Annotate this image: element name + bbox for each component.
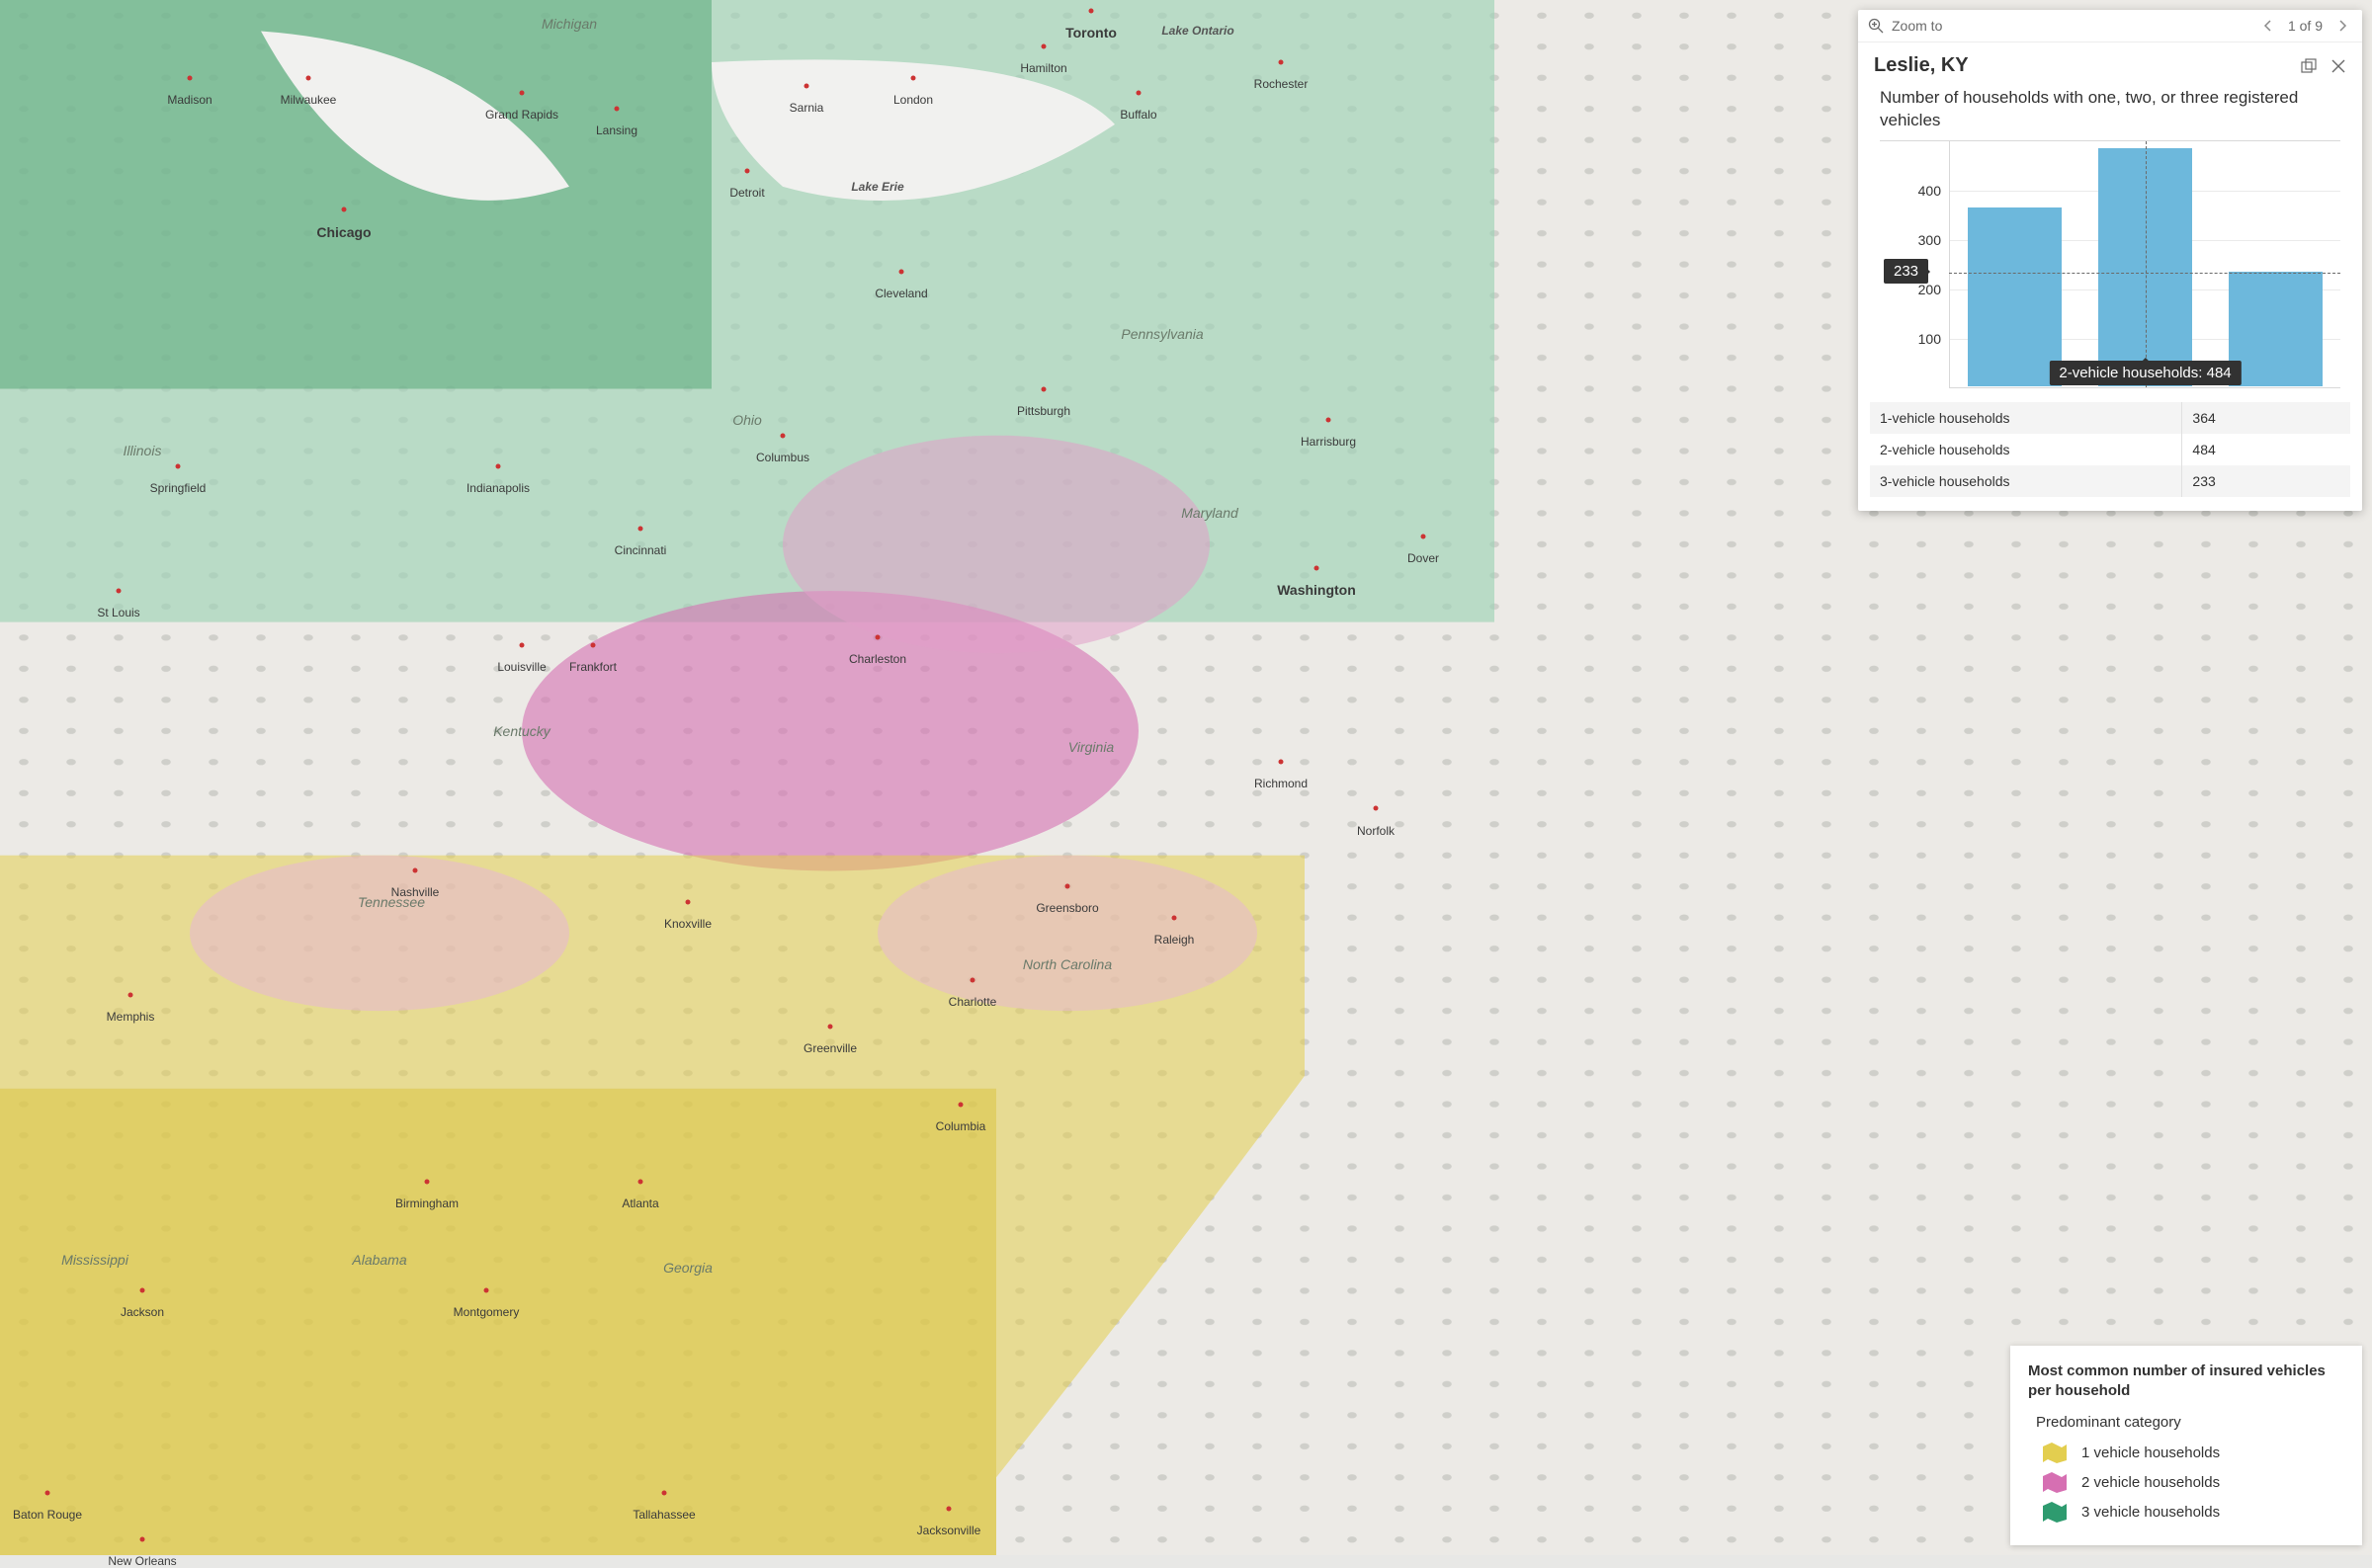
- dock-icon[interactable]: [2301, 58, 2317, 74]
- attr-label: 1-vehicle households: [1870, 402, 2182, 434]
- city-marker: [1042, 44, 1047, 49]
- legend-swatch: [2042, 1470, 2068, 1494]
- city-marker: [1279, 59, 1284, 64]
- prev-feature-button[interactable]: [2258, 16, 2278, 36]
- table-row: 2-vehicle households484: [1870, 434, 2350, 465]
- chart-guide-label: 233: [1884, 259, 1928, 284]
- chart-bar[interactable]: [2229, 272, 2323, 386]
- city-marker: [1279, 760, 1284, 765]
- city-marker: [1042, 386, 1047, 391]
- city-marker: [188, 75, 193, 80]
- city-marker: [899, 270, 904, 275]
- zoom-in-icon: [1868, 18, 1884, 34]
- city-marker: [45, 1491, 50, 1496]
- city-label: New Orleans: [108, 1554, 176, 1568]
- city-marker: [662, 1491, 667, 1496]
- city-marker: [117, 589, 122, 594]
- close-icon[interactable]: [2330, 58, 2346, 74]
- city-marker: [520, 643, 525, 648]
- city-marker: [947, 1506, 952, 1511]
- table-row: 3-vehicle households233: [1870, 465, 2350, 497]
- pager-text: 1 of 9: [2288, 18, 2323, 34]
- city-marker: [140, 1537, 145, 1542]
- zoom-to-button[interactable]: Zoom to: [1868, 18, 1942, 34]
- city-marker: [1314, 565, 1319, 570]
- city-marker: [876, 635, 881, 640]
- legend-label: 1 vehicle households: [2081, 1444, 2220, 1461]
- city-marker: [425, 1180, 430, 1185]
- attributes-table: 1-vehicle households3642-vehicle househo…: [1870, 402, 2350, 497]
- attr-label: 3-vehicle households: [1870, 465, 2182, 497]
- city-marker: [971, 977, 975, 982]
- city-marker: [1326, 417, 1331, 422]
- city-marker: [781, 433, 786, 438]
- legend-item: 2 vehicle households: [2042, 1470, 2344, 1494]
- city-marker: [638, 527, 643, 532]
- bar-chart[interactable]: 100 200 300 400 2-vehicle households: 484 233: [1880, 140, 2340, 388]
- city-marker: [176, 464, 181, 469]
- popup-header: Zoom to 1 of 9: [1858, 10, 2362, 42]
- legend-subtitle: Predominant category: [2036, 1414, 2344, 1431]
- city-marker: [1421, 535, 1426, 539]
- y-axis-tick: 200: [1880, 282, 1941, 297]
- y-axis-tick: 100: [1880, 331, 1941, 347]
- feature-popup: Zoom to 1 of 9 Leslie, KY: [1858, 10, 2362, 511]
- city-marker: [1172, 915, 1177, 920]
- legend-panel: Most common number of insured vehicles p…: [2010, 1346, 2362, 1545]
- city-marker: [1374, 806, 1379, 811]
- legend-label: 2 vehicle households: [2081, 1474, 2220, 1491]
- city-marker: [140, 1288, 145, 1293]
- city-marker: [1137, 91, 1142, 96]
- y-axis-tick: 400: [1880, 183, 1941, 199]
- popup-title: Leslie, KY: [1874, 54, 1969, 77]
- zoom-to-label: Zoom to: [1892, 18, 1942, 34]
- city-marker: [520, 91, 525, 96]
- city-marker: [128, 993, 133, 998]
- city-marker: [591, 643, 596, 648]
- city-marker: [1089, 9, 1094, 14]
- city-marker: [638, 1180, 643, 1185]
- y-axis-tick: 300: [1880, 232, 1941, 248]
- next-feature-button[interactable]: [2332, 16, 2352, 36]
- attr-value: 364: [2182, 402, 2350, 434]
- attr-value: 233: [2182, 465, 2350, 497]
- city-marker: [1065, 884, 1070, 889]
- legend-label: 3 vehicle households: [2081, 1504, 2220, 1521]
- city-marker: [959, 1102, 964, 1107]
- table-row: 1-vehicle households364: [1870, 402, 2350, 434]
- city-marker: [413, 868, 418, 873]
- popup-subtitle: Number of households with one, two, or t…: [1858, 83, 2362, 140]
- attr-label: 2-vehicle households: [1870, 434, 2182, 465]
- city-marker: [342, 207, 347, 212]
- city-marker: [306, 75, 311, 80]
- legend-item: 1 vehicle households: [2042, 1441, 2344, 1464]
- city-marker: [828, 1024, 833, 1029]
- city-marker: [496, 464, 501, 469]
- city-marker: [745, 169, 750, 174]
- legend-title: Most common number of insured vehicles p…: [2028, 1362, 2344, 1400]
- city-marker: [805, 83, 809, 88]
- legend-swatch: [2042, 1441, 2068, 1464]
- attr-value: 484: [2182, 434, 2350, 465]
- legend-item: 3 vehicle households: [2042, 1500, 2344, 1524]
- city-marker: [686, 899, 691, 904]
- chart-bar[interactable]: [1968, 207, 2062, 386]
- legend-swatch: [2042, 1500, 2068, 1524]
- city-marker: [615, 107, 620, 112]
- city-marker: [911, 75, 916, 80]
- city-marker: [484, 1288, 489, 1293]
- chart-tooltip: 2-vehicle households: 484: [2049, 361, 2241, 385]
